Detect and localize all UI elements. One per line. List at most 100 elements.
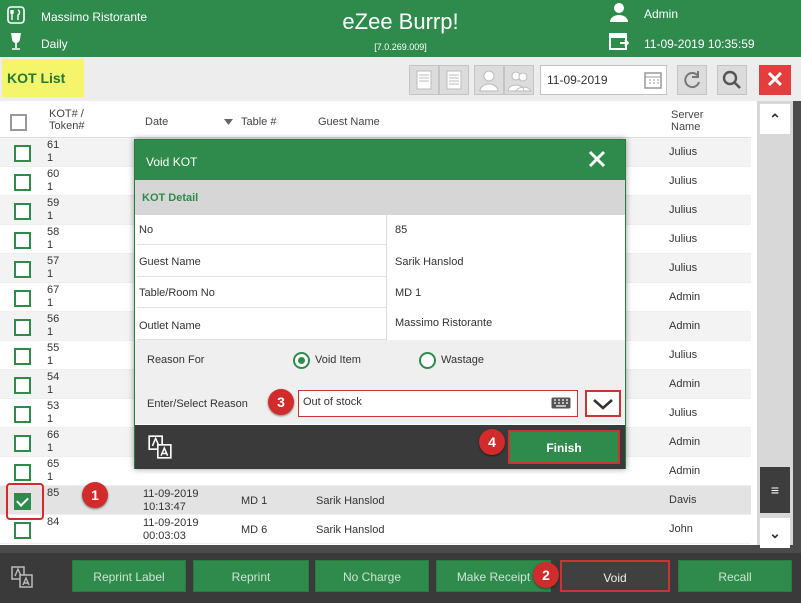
kot-no: 58 xyxy=(47,226,60,238)
row-checkbox[interactable] xyxy=(14,406,31,423)
col-date[interactable]: Date xyxy=(145,116,168,128)
row-checkbox[interactable] xyxy=(14,522,31,539)
dialog-title: Void KOT xyxy=(135,140,625,180)
refresh-icon[interactable] xyxy=(677,65,707,95)
annotation-callout-1: 1 xyxy=(82,482,108,508)
row-table-no: MD 1 xyxy=(241,495,268,507)
row-checkbox[interactable] xyxy=(14,174,31,191)
reason-input[interactable]: Out of stock xyxy=(298,390,578,417)
row-checkbox[interactable] xyxy=(14,435,31,452)
enter-reason-label: Enter/Select Reason xyxy=(147,398,248,410)
no-charge-button[interactable]: No Charge xyxy=(315,560,429,592)
table-row[interactable]: 84 11-09-2019 00:03:03 MD 6 Sarik Hanslod Joh… xyxy=(0,515,751,544)
dialog-footer: Finish xyxy=(135,425,625,469)
void-item-radio[interactable] xyxy=(293,352,310,369)
kot-no: 66 xyxy=(47,429,60,441)
dialog-close-icon[interactable] xyxy=(587,149,607,169)
search-icon[interactable] xyxy=(717,65,747,95)
annotation-callout-2: 2 xyxy=(533,562,559,588)
kot-list-title: KOT List xyxy=(2,59,84,97)
calendar-picker-icon[interactable] xyxy=(643,70,663,90)
row-checkbox[interactable] xyxy=(14,377,31,394)
row-checkbox[interactable] xyxy=(14,145,31,162)
toolbar: KOT List 11-09-2019 ✕ xyxy=(0,57,801,101)
single-user-icon[interactable] xyxy=(474,65,504,95)
receipt-list-icon[interactable] xyxy=(439,65,469,95)
kot-no: 56 xyxy=(47,313,60,325)
translate-icon[interactable] xyxy=(147,434,173,460)
row-checkbox[interactable] xyxy=(14,348,31,365)
date-filter[interactable]: 11-09-2019 xyxy=(540,65,667,95)
kot-number: 53 1 xyxy=(47,400,59,426)
table-row[interactable]: 85 11-09-2019 10:13:47 MD 1 Sarik Hanslod Dav… xyxy=(0,486,751,515)
field-value: Sarik Hanslod xyxy=(386,245,624,277)
scroll-down-icon[interactable]: ⌄ xyxy=(760,518,790,548)
field-label: No xyxy=(139,224,154,236)
row-guest-name: Sarik Hanslod xyxy=(316,524,385,536)
kot-no: 55 xyxy=(47,342,60,354)
kot-no: 60 xyxy=(47,168,60,180)
kot-number: 67 1 xyxy=(47,284,59,310)
date-value: 11-09-2019 xyxy=(547,73,608,87)
reason-dropdown-toggle[interactable] xyxy=(585,390,621,417)
scroll-up-icon[interactable]: ⌃ xyxy=(760,104,790,134)
reprint-button[interactable]: Reprint xyxy=(193,560,309,592)
kot-no: 67 xyxy=(47,284,60,296)
token-no: 1 xyxy=(47,239,54,251)
row-checkbox[interactable] xyxy=(14,464,31,481)
col-table[interactable]: Table # xyxy=(241,116,276,128)
col-guest[interactable]: Guest Name xyxy=(318,116,380,128)
field-row-outlet: Outlet Name Massimo Ristorante xyxy=(137,308,624,340)
row-checkbox[interactable] xyxy=(14,203,31,220)
reason-value: Out of stock xyxy=(303,396,362,408)
token-no: 1 xyxy=(47,413,54,425)
reprint-label-button[interactable]: Reprint Label xyxy=(72,560,186,592)
close-icon[interactable]: ✕ xyxy=(759,65,791,95)
kot-number: 54 1 xyxy=(47,371,59,397)
token-no: 1 xyxy=(47,297,54,309)
void-item-label[interactable]: Void Item xyxy=(315,354,361,366)
kot-number: 65 1 xyxy=(47,458,59,484)
kot-number: 55 1 xyxy=(47,342,59,368)
row-checkbox[interactable] xyxy=(14,261,31,278)
kot-number: 56 1 xyxy=(47,313,59,339)
field-row-table: Table/Room No MD 1 xyxy=(137,277,624,308)
field-value: Massimo Ristorante xyxy=(386,308,624,340)
keyboard-icon[interactable] xyxy=(551,397,571,409)
kot-no: 57 xyxy=(47,255,60,267)
col-server[interactable]: Server Name xyxy=(671,109,721,133)
void-receipt-icon[interactable] xyxy=(409,65,439,95)
sort-desc-icon[interactable] xyxy=(224,119,233,125)
table-header: KOT# / Token# Date Table # Guest Name Se… xyxy=(0,101,751,138)
translate-icon[interactable] xyxy=(10,565,34,589)
token-no: 1 xyxy=(47,152,54,164)
col-kot[interactable]: KOT# / Token# xyxy=(49,108,97,132)
row-guest-name: Sarik Hanslod xyxy=(316,495,385,507)
multi-user-icon[interactable] xyxy=(504,65,534,95)
scroll-menu-icon[interactable]: ≡ xyxy=(760,467,790,513)
wastage-radio[interactable] xyxy=(419,352,436,369)
row-server: Julius xyxy=(669,407,698,419)
row-checkbox[interactable] xyxy=(14,319,31,336)
row-server: Admin xyxy=(669,436,701,448)
row-checkbox[interactable] xyxy=(14,232,31,249)
kot-number: 85 xyxy=(47,487,59,500)
token-no: 1 xyxy=(47,326,54,338)
row-server: Davis xyxy=(669,494,697,506)
kot-number: 59 1 xyxy=(47,197,59,223)
row-checkbox[interactable] xyxy=(14,290,31,307)
row-datetime: 11-09-2019 10:13:47 xyxy=(143,488,198,514)
void-button[interactable]: Void xyxy=(560,560,670,592)
recall-button[interactable]: Recall xyxy=(678,560,792,592)
row-server: Admin xyxy=(669,320,701,332)
row-server: John xyxy=(669,523,693,535)
app-header: Massimo Ristorante Daily eZee Burrp! [7.… xyxy=(0,0,801,57)
kot-number: 60 1 xyxy=(47,168,59,194)
field-row-guest: Guest Name Sarik Hanslod xyxy=(137,245,624,277)
wastage-label[interactable]: Wastage xyxy=(441,354,484,366)
select-all-checkbox[interactable] xyxy=(10,114,27,131)
token-no: 1 xyxy=(47,268,54,280)
finish-button[interactable]: Finish xyxy=(508,430,620,464)
kot-detail-section: KOT Detail xyxy=(135,180,625,215)
token-no: 1 xyxy=(47,471,54,483)
